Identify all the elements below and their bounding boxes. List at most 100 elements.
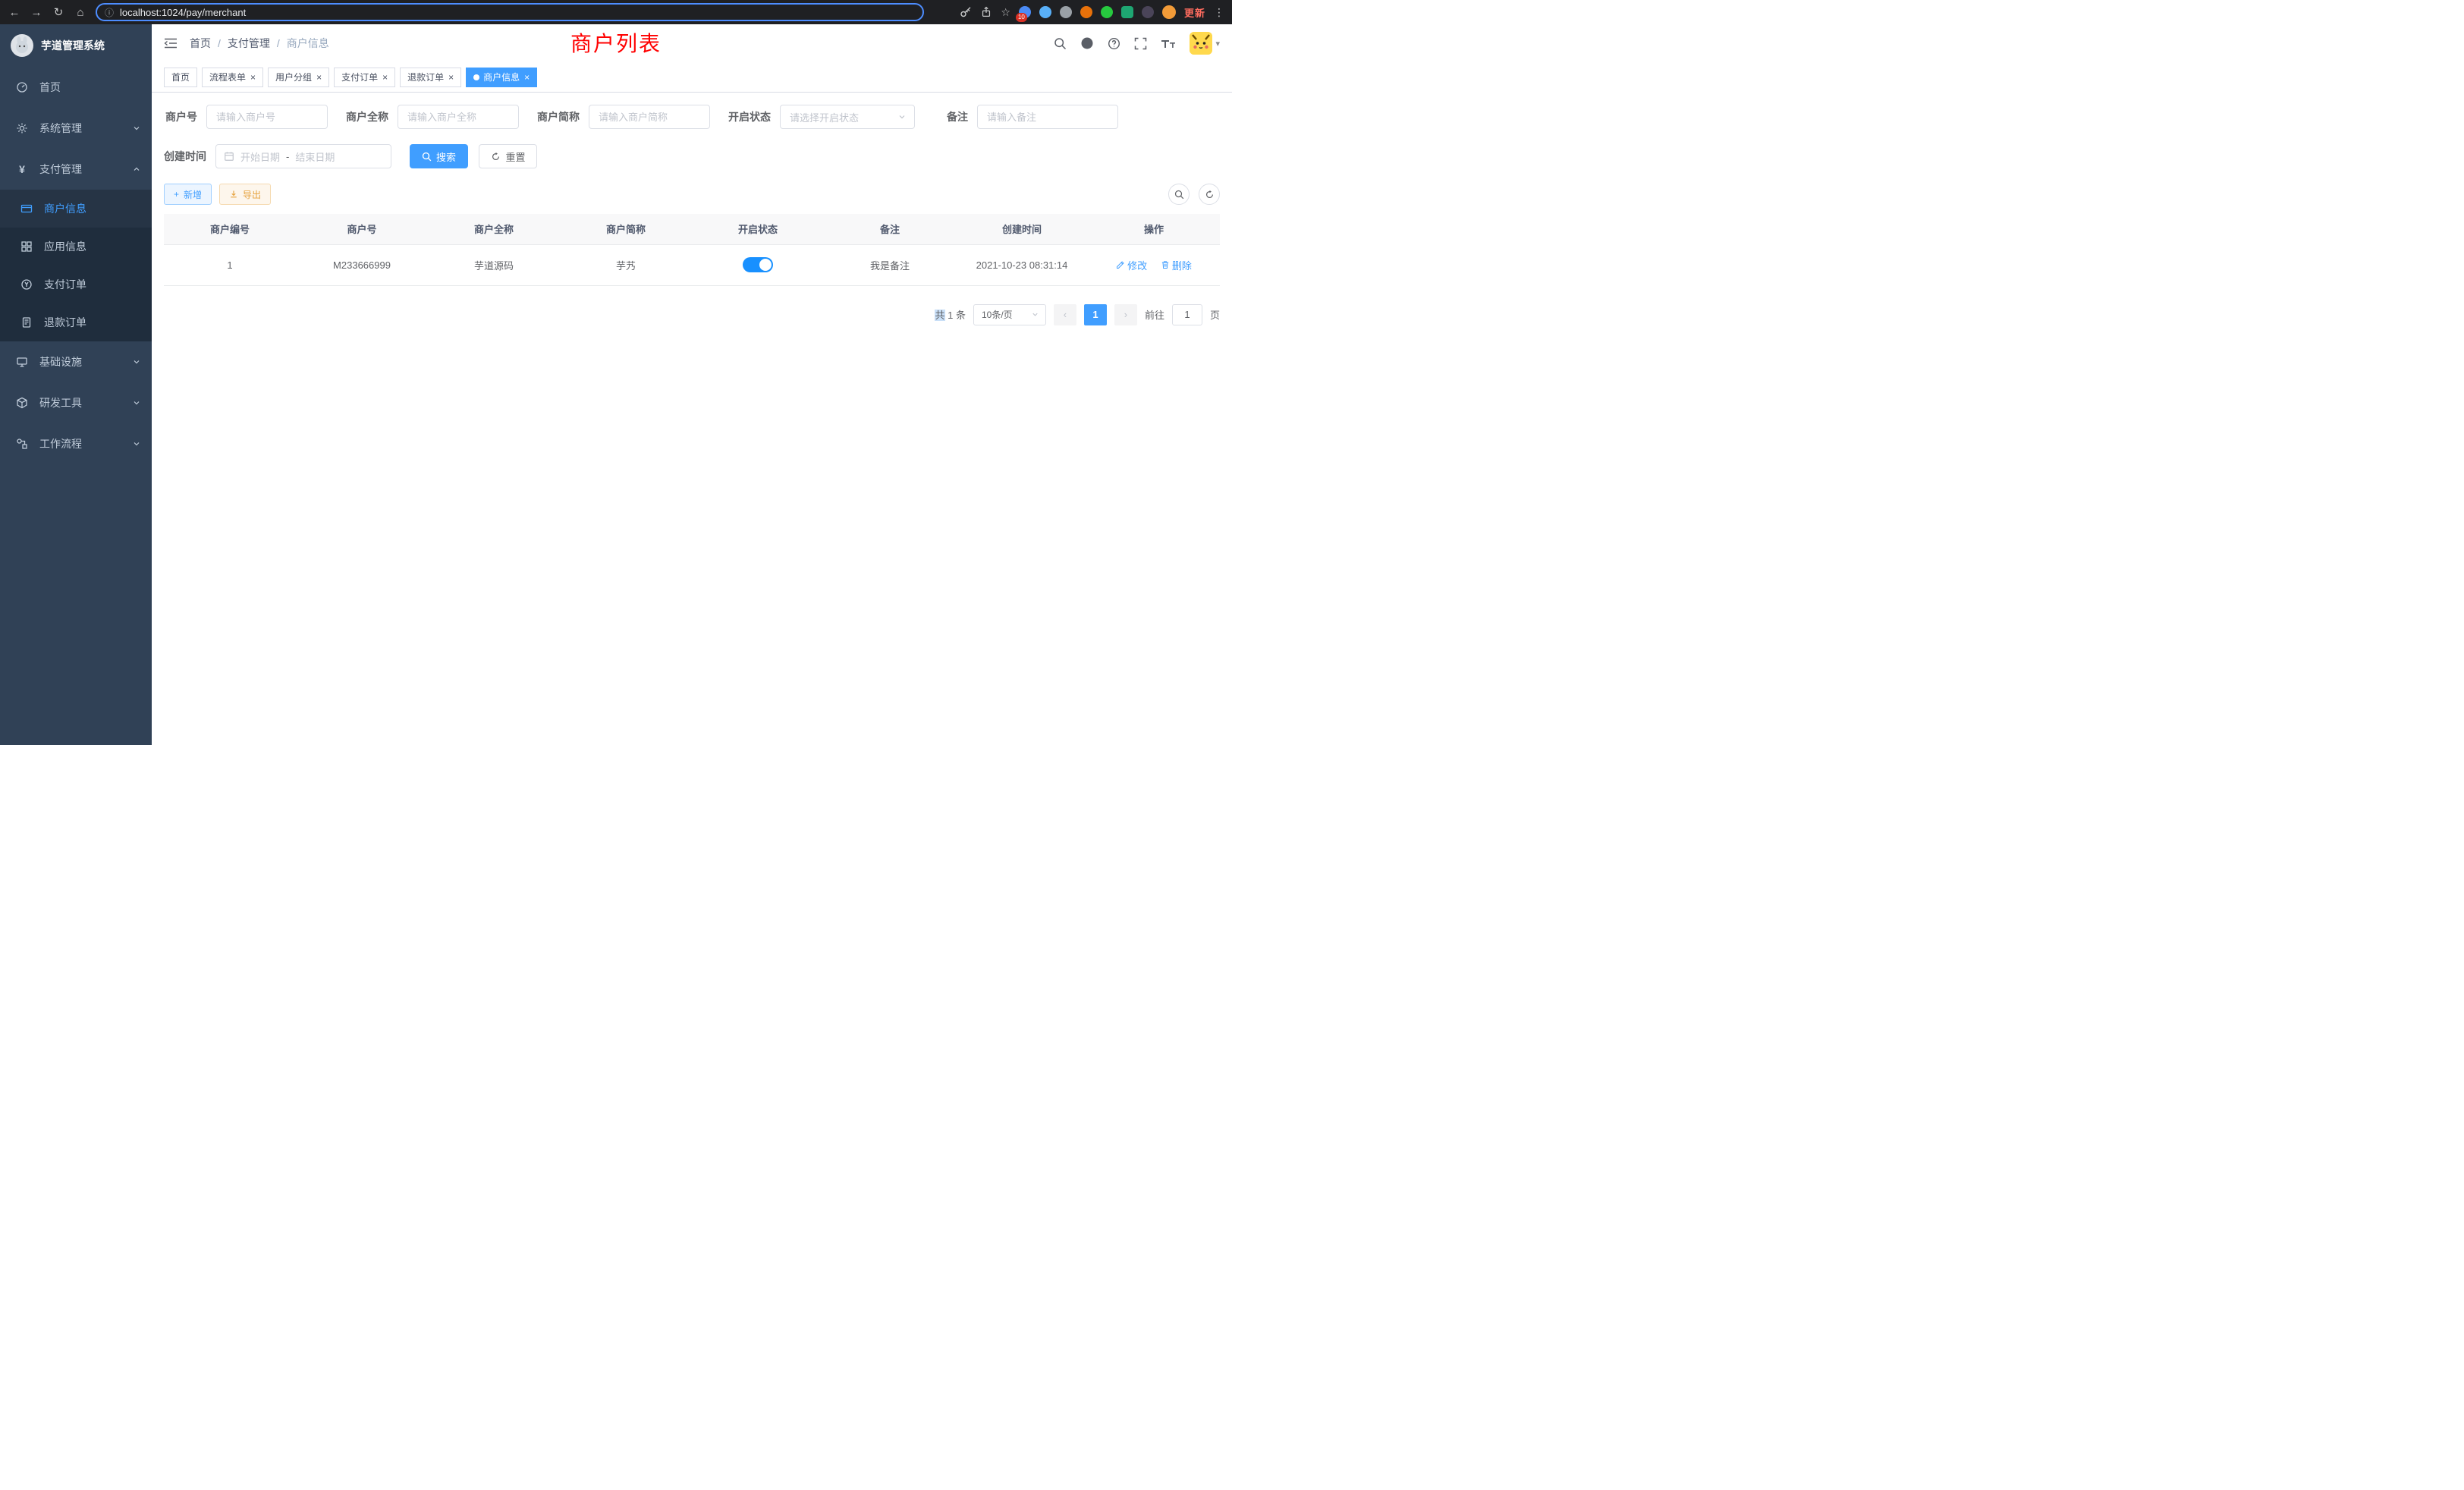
page-content: 商户号 商户全称 商户简称 开启状态 请选择开启状态: [152, 93, 1232, 745]
extension-icon[interactable]: [1142, 6, 1154, 18]
sidebar-item-workflow[interactable]: 工作流程: [0, 423, 152, 464]
back-icon[interactable]: ←: [8, 6, 21, 19]
extension-icon[interactable]: 10: [1019, 6, 1031, 18]
tab-close-icon[interactable]: ×: [316, 72, 322, 83]
help-icon[interactable]: [1108, 37, 1120, 50]
tab-close-icon[interactable]: ×: [382, 72, 388, 83]
user-menu[interactable]: ▾: [1190, 32, 1220, 55]
site-info-icon[interactable]: ⓘ: [105, 6, 114, 19]
sidebar-item-dev-tools[interactable]: 研发工具: [0, 382, 152, 423]
extension-icon[interactable]: [1039, 6, 1051, 18]
delete-link[interactable]: 删除: [1161, 258, 1192, 272]
browser-profile-avatar[interactable]: [1162, 5, 1176, 19]
filter-status: 开启状态 请选择开启状态: [728, 105, 915, 129]
password-key-icon[interactable]: [960, 6, 972, 18]
add-button[interactable]: + 新增: [164, 184, 212, 205]
document-icon: [20, 316, 33, 328]
extension-icon[interactable]: [1121, 6, 1133, 18]
browser-toolbar-right: ☆ 10 更新 ⋮: [960, 5, 1224, 20]
prev-page-button[interactable]: ‹: [1054, 304, 1076, 325]
breadcrumb-current: 商户信息: [287, 36, 329, 51]
tab-close-icon[interactable]: ×: [250, 72, 256, 83]
show-search-toggle-button[interactable]: [1168, 184, 1190, 205]
cell-short-name: 芋艿: [560, 244, 692, 285]
status-select[interactable]: 请选择开启状态: [780, 105, 915, 129]
page-unit-label: 页: [1210, 307, 1220, 322]
sidebar-item-refund-order[interactable]: 退款订单: [0, 303, 152, 341]
edit-link[interactable]: 修改: [1116, 258, 1147, 272]
home-icon[interactable]: ⌂: [74, 6, 87, 19]
page-number-button[interactable]: 1: [1084, 304, 1107, 325]
pagination: 共 1 条 10条/页 ‹ 1 › 前往 页: [164, 304, 1220, 325]
extension-icon[interactable]: [1101, 6, 1113, 18]
extension-icon[interactable]: [1080, 6, 1092, 18]
start-date-placeholder: 开始日期: [240, 149, 280, 164]
tab-refund-order[interactable]: 退款订单 ×: [400, 68, 461, 87]
extension-icon[interactable]: [1060, 6, 1072, 18]
fullscreen-icon[interactable]: [1134, 37, 1147, 50]
tab-process-form[interactable]: 流程表单 ×: [202, 68, 263, 87]
breadcrumb-home[interactable]: 首页: [190, 36, 211, 51]
refresh-table-button[interactable]: [1199, 184, 1220, 205]
short-name-input[interactable]: [589, 105, 710, 129]
sidebar-item-payment[interactable]: ¥ 支付管理: [0, 149, 152, 190]
col-header-actions: 操作: [1088, 214, 1220, 244]
tag-views-bar: 首页 流程表单 × 用户分组 × 支付订单 × 退款订单 ×: [152, 62, 1232, 93]
merchant-table: 商户编号 商户号 商户全称 商户简称 开启状态 备注 创建时间 操作 1 M23…: [164, 214, 1220, 286]
cell-create-time: 2021-10-23 08:31:14: [956, 244, 1088, 285]
forward-icon[interactable]: →: [30, 6, 43, 19]
sidebar-item-app-info[interactable]: 应用信息: [0, 228, 152, 266]
browser-menu-icon[interactable]: ⋮: [1214, 6, 1224, 19]
search-icon[interactable]: [1054, 37, 1067, 50]
bookmark-star-icon[interactable]: ☆: [1001, 6, 1010, 19]
chevron-up-icon: [132, 165, 141, 174]
sidebar-toggle-icon[interactable]: [164, 37, 178, 49]
breadcrumb-payment[interactable]: 支付管理: [228, 36, 270, 51]
tab-close-icon[interactable]: ×: [448, 72, 454, 83]
date-separator: -: [286, 151, 289, 162]
pagination-total: 共 1 条: [935, 307, 965, 322]
tab-user-group[interactable]: 用户分组 ×: [268, 68, 329, 87]
col-header-status: 开启状态: [692, 214, 824, 244]
share-icon[interactable]: [980, 6, 992, 18]
grid-icon: [20, 240, 33, 253]
status-toggle[interactable]: [743, 257, 773, 272]
tab-merchant-info[interactable]: 商户信息 ×: [466, 68, 537, 87]
filter-create-time: 创建时间 开始日期 - 结束日期: [164, 144, 391, 168]
gear-icon: [15, 122, 29, 134]
export-button[interactable]: 导出: [219, 184, 271, 205]
reset-button[interactable]: 重置: [479, 144, 537, 168]
remark-input[interactable]: [977, 105, 1118, 129]
dashboard-icon: [15, 81, 29, 93]
font-size-icon[interactable]: [1161, 37, 1176, 49]
navbar-actions: ▾: [1054, 32, 1220, 55]
sidebar-item-infrastructure[interactable]: 基础设施: [0, 341, 152, 382]
create-time-label: 创建时间: [164, 149, 215, 164]
browser-update-button[interactable]: 更新: [1184, 5, 1205, 20]
tab-pay-order[interactable]: 支付订单 ×: [334, 68, 395, 87]
page-size-select[interactable]: 10条/页: [973, 304, 1046, 325]
sidebar-item-system[interactable]: 系统管理: [0, 108, 152, 149]
tab-home[interactable]: 首页: [164, 68, 197, 87]
sidebar-item-home[interactable]: 首页: [0, 67, 152, 108]
merchant-no-input[interactable]: [206, 105, 328, 129]
annotation-merchant-list: 商户列表: [570, 27, 662, 58]
reload-icon[interactable]: ↻: [52, 5, 65, 19]
app-logo[interactable]: 芋道管理系统: [0, 24, 152, 67]
create-time-range-picker[interactable]: 开始日期 - 结束日期: [215, 144, 391, 168]
cell-actions: 修改 删除: [1088, 244, 1220, 285]
search-button[interactable]: 搜索: [410, 144, 468, 168]
address-bar[interactable]: ⓘ localhost:1024/pay/merchant: [96, 3, 924, 21]
github-icon[interactable]: [1080, 36, 1094, 50]
search-icon: [422, 152, 432, 162]
remark-label: 备注: [947, 109, 977, 124]
breadcrumb-separator: /: [218, 37, 221, 49]
goto-page-input[interactable]: [1172, 304, 1202, 325]
full-name-input[interactable]: [398, 105, 519, 129]
next-page-button[interactable]: ›: [1114, 304, 1137, 325]
tab-close-icon[interactable]: ×: [524, 72, 530, 83]
sidebar-item-pay-order[interactable]: 支付订单: [0, 266, 152, 303]
sidebar-item-merchant-info[interactable]: 商户信息: [0, 190, 152, 228]
filter-merchant-no: 商户号: [164, 105, 328, 129]
logo-avatar: [11, 34, 33, 57]
